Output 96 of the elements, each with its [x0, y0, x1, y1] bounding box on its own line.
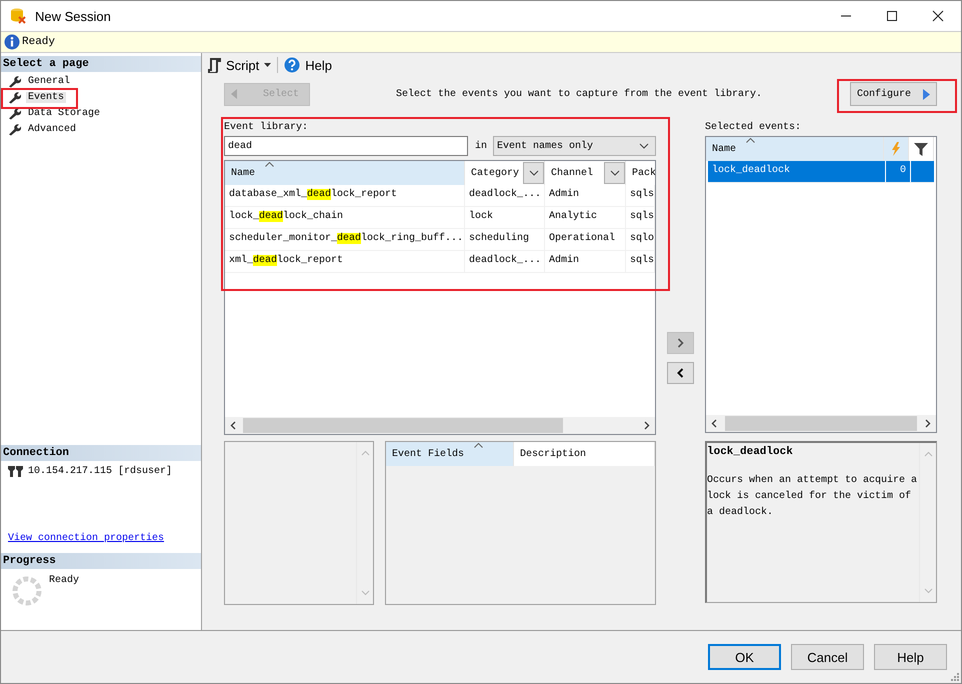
column-header[interactable]: Channel — [545, 161, 626, 185]
column-header[interactable]: Category — [465, 161, 545, 185]
table-cell: Operational — [545, 229, 626, 250]
caret-icon — [264, 63, 272, 67]
section-heading: Progress — [1, 553, 201, 569]
instruction-text: Select the events you want to capture from the event library. — [396, 88, 762, 100]
sort-caret-icon — [474, 443, 483, 448]
chevron-down-icon — [610, 170, 620, 176]
chevron-left-icon — [677, 368, 684, 378]
horizontal-scrollbar[interactable] — [706, 415, 936, 432]
page-item[interactable]: General — [26, 76, 72, 86]
chevron-down-icon — [528, 170, 538, 176]
header-text: Event Fields — [392, 448, 464, 460]
selected-event-row[interactable]: lock_deadlock 0 — [708, 161, 934, 183]
horizontal-scrollbar[interactable] — [225, 417, 655, 434]
header-text: Name — [231, 168, 256, 178]
column-header[interactable]: Name — [706, 137, 884, 161]
section-heading: Connection — [1, 445, 201, 461]
table-cell[interactable]: xml_deadlock_report — [225, 251, 465, 272]
table-cell: deadlock_... — [465, 185, 545, 206]
table-cell: sqlo — [626, 229, 655, 250]
plug-icon — [7, 465, 23, 477]
field-label: Event library: — [224, 121, 310, 134]
progress-status: Ready — [49, 575, 80, 586]
section-heading: Select a page — [1, 56, 201, 72]
field-label: Selected events: — [705, 121, 802, 134]
chevron-right-icon — [677, 338, 684, 348]
chevron-left-icon — [711, 419, 717, 428]
add-button[interactable] — [667, 332, 694, 354]
help-icon — [284, 57, 300, 73]
dialog-button[interactable]: Help — [874, 644, 947, 670]
table-cell: Admin — [545, 185, 626, 206]
scroll-icon — [208, 58, 221, 72]
table-cell[interactable]: scheduler_monitor_deadlock_ring_buff... — [225, 229, 465, 250]
remove-button[interactable] — [667, 362, 694, 384]
page-item[interactable]: Events — [26, 92, 66, 102]
chevron-up-icon — [360, 450, 370, 456]
table-cell: sqls — [626, 251, 655, 272]
table-cell: deadlock_... — [465, 251, 545, 272]
header-text: Channel — [551, 168, 594, 178]
header-text: Description — [520, 448, 586, 460]
wrench-icon — [8, 122, 21, 136]
script-button[interactable]: Script — [206, 58, 274, 72]
table-cell: sqls — [626, 207, 655, 228]
wrench-icon — [8, 106, 21, 120]
chevron-right-icon — [925, 419, 931, 428]
spinner-icon — [11, 575, 43, 607]
table-cell: 0 — [886, 161, 911, 182]
table-cell: Admin — [545, 251, 626, 272]
table-cell: scheduling — [465, 229, 545, 250]
database-icon — [9, 7, 27, 25]
page-item[interactable]: Advanced — [26, 124, 78, 134]
close-icon[interactable] — [932, 10, 944, 22]
configure-button[interactable]: Configure — [850, 82, 937, 106]
chevron-left-icon — [230, 421, 236, 430]
column-header[interactable]: Event Fields — [386, 442, 514, 466]
description-title: lock_deadlock — [707, 445, 794, 460]
filter-dropdown-button[interactable] — [604, 162, 625, 184]
table-cell: lock_deadlock — [708, 161, 886, 182]
window-title: New Session — [35, 8, 111, 24]
filter-icon — [914, 142, 928, 156]
wrench-icon — [8, 90, 21, 104]
scope-dropdown[interactable]: Event names only — [493, 136, 656, 156]
lightning-icon — [891, 142, 901, 156]
chevron-down-icon — [360, 590, 370, 596]
chevron-down-icon — [924, 588, 932, 594]
info-icon — [4, 34, 20, 50]
sort-caret-icon — [746, 138, 755, 143]
chevron-right-icon — [644, 421, 650, 430]
chevron-up-icon — [924, 451, 932, 457]
table-cell: sqls — [626, 185, 655, 206]
column-header[interactable]: Name — [225, 161, 465, 185]
server-text: 10.154.217.115 [rdsuser] — [28, 466, 172, 476]
description-text: Occurs when an attempt to acquire a lock is canceled for the victim of a deadlock. — [707, 474, 918, 520]
wrench-icon — [8, 74, 21, 88]
table-cell: Analytic — [545, 207, 626, 228]
search-field[interactable]: dead — [224, 136, 468, 156]
maximize-icon[interactable] — [886, 10, 898, 22]
header-text: Category — [471, 168, 520, 178]
page-item[interactable]: Data Storage — [26, 108, 102, 118]
table-cell: lock — [465, 207, 545, 228]
resize-grip-icon[interactable] — [951, 673, 959, 681]
sort-caret-icon — [265, 162, 274, 167]
table-cell[interactable]: database_xml_deadlock_report — [225, 185, 465, 206]
filter-dropdown-button[interactable] — [523, 162, 544, 184]
chevron-down-icon — [639, 143, 649, 149]
in-label: in — [475, 140, 488, 152]
header-text: Name — [712, 144, 736, 154]
help-button[interactable]: Help — [282, 57, 334, 73]
dialog-button[interactable]: Cancel — [791, 644, 864, 670]
table-cell[interactable]: lock_deadlock_chain — [225, 207, 465, 228]
status-message: Ready — [22, 36, 56, 48]
left-triangle-icon — [231, 89, 237, 99]
connection-link[interactable]: View connection properties — [8, 533, 201, 544]
right-triangle-icon — [923, 88, 930, 100]
dialog-button[interactable]: OK — [708, 644, 781, 670]
